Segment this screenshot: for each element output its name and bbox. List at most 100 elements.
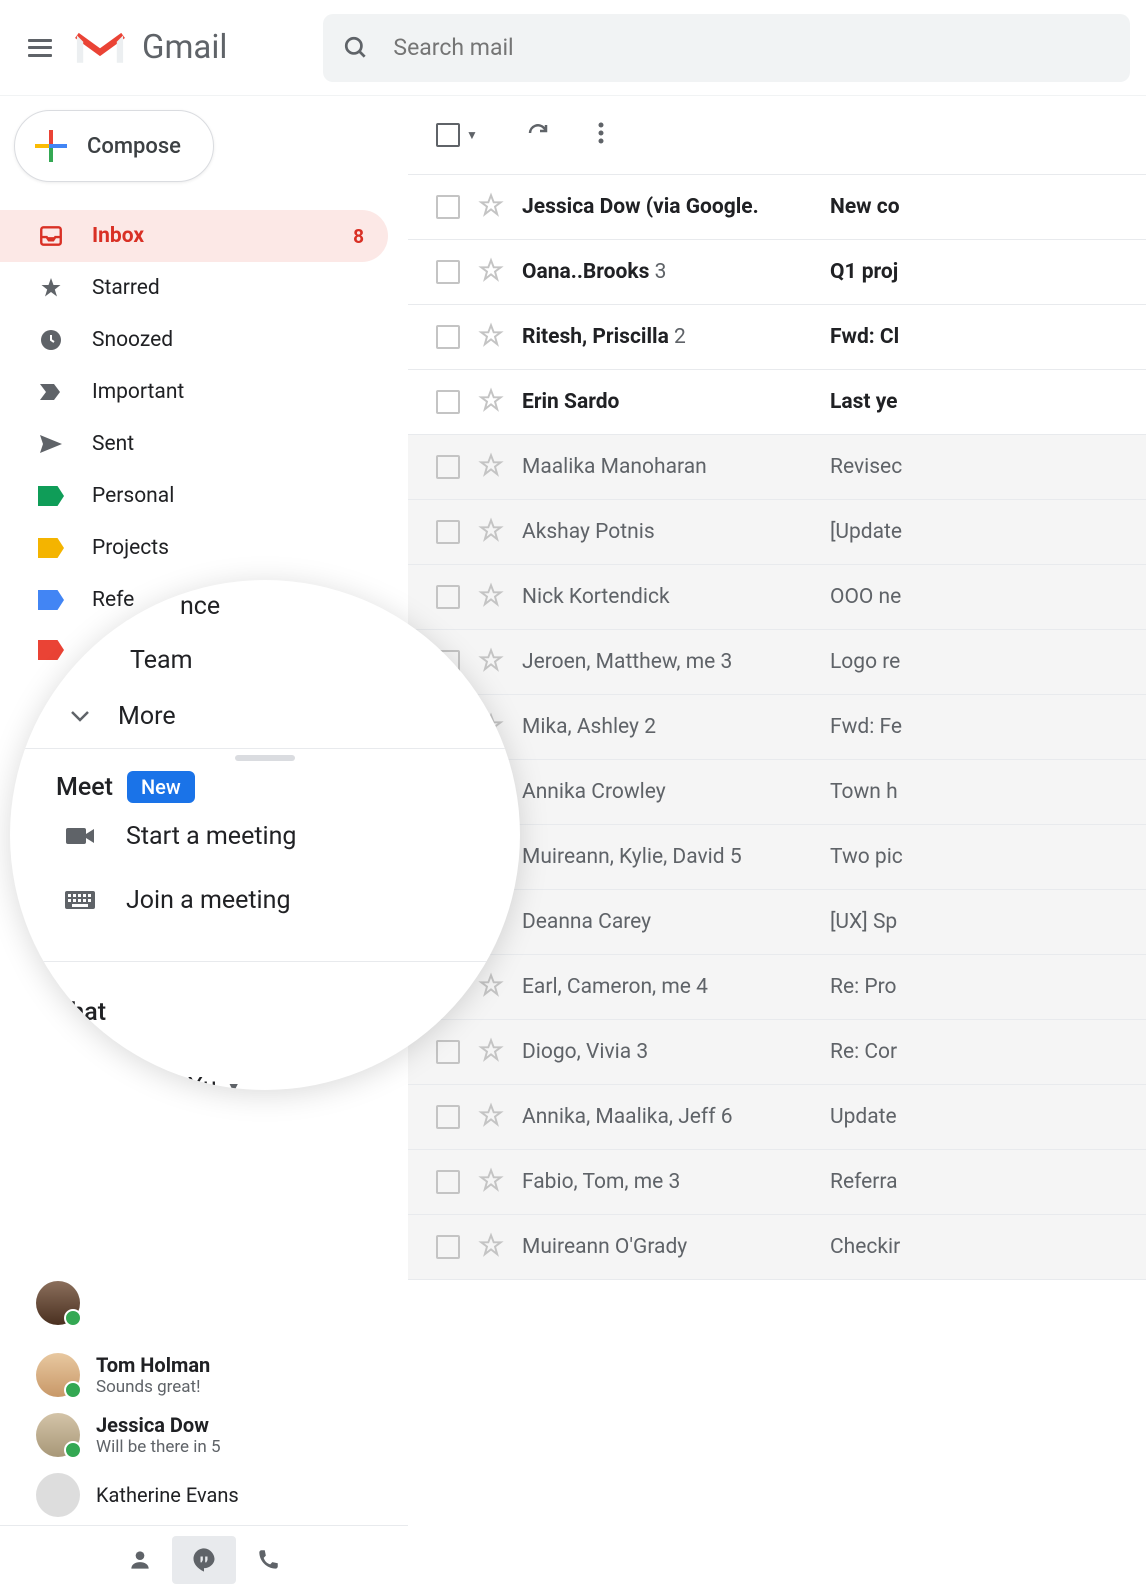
contacts-tab[interactable]	[108, 1536, 172, 1584]
email-subject: Logo re	[830, 650, 900, 674]
star-icon[interactable]	[478, 517, 504, 547]
star-icon[interactable]	[478, 257, 504, 287]
sidebar-item-label: Projects	[92, 536, 364, 560]
email-subject: Two pic	[830, 845, 903, 869]
sidebar-item-important[interactable]: Important	[0, 366, 388, 418]
phone-tab[interactable]	[236, 1536, 300, 1584]
star-icon[interactable]	[478, 1167, 504, 1197]
star-icon[interactable]	[478, 387, 504, 417]
chat-message: Will be there in 5	[96, 1437, 221, 1457]
hangouts-tab[interactable]	[172, 1536, 236, 1584]
email-row[interactable]: Akshay Potnis[Update	[408, 500, 1146, 565]
email-checkbox[interactable]	[436, 325, 460, 349]
star-icon[interactable]	[478, 647, 504, 677]
email-checkbox[interactable]	[436, 260, 460, 284]
email-subject: Update	[830, 1105, 897, 1129]
sidebar-item-more[interactable]: More	[10, 688, 520, 744]
email-subject: Fwd: Fe	[830, 715, 902, 739]
email-row[interactable]: Jeroen, Matthew, me 3 Logo re	[408, 630, 1146, 695]
email-row[interactable]: Earl, Cameron, me 4Re: Pro	[408, 955, 1146, 1020]
sidebar-item-inbox[interactable]: Inbox 8	[0, 210, 388, 262]
chat-item-avatar-only[interactable]	[0, 1273, 408, 1345]
drag-handle[interactable]	[235, 755, 295, 761]
email-row[interactable]: Maalika ManoharanRevisec	[408, 435, 1146, 500]
search-icon	[343, 35, 369, 61]
chat-message: Sounds great!	[96, 1377, 210, 1397]
search-bar[interactable]	[323, 14, 1130, 82]
clock-icon	[38, 327, 64, 353]
start-meeting-button[interactable]: Start a meeting	[10, 805, 520, 867]
gmail-logo-text: Gmail	[142, 28, 227, 67]
sidebar-item-projects[interactable]: Projects	[0, 522, 388, 574]
email-row[interactable]: Erin SardoLast ye	[408, 370, 1146, 435]
email-checkbox[interactable]	[436, 520, 460, 544]
email-row[interactable]: Nick KortendickOOO ne	[408, 565, 1146, 630]
person-icon	[127, 1547, 153, 1573]
sidebar-item-snoozed[interactable]: Snoozed	[0, 314, 388, 366]
sidebar-item-label: Sent	[92, 432, 364, 456]
email-checkbox[interactable]	[436, 455, 460, 479]
email-sender: Jeroen, Matthew, me 3	[522, 650, 812, 674]
email-checkbox[interactable]	[436, 1235, 460, 1259]
email-sender: Mika, Ashley 2	[522, 715, 812, 739]
chat-item[interactable]: Jessica Dow Will be there in 5	[0, 1405, 408, 1465]
sidebar-item-personal[interactable]: Personal	[0, 470, 388, 522]
email-checkbox[interactable]	[436, 390, 460, 414]
select-all-checkbox[interactable]: ▼	[436, 123, 478, 147]
email-sender: Annika, Maalika, Jeff 6	[522, 1105, 812, 1129]
email-row[interactable]: Fabio, Tom, me 3Referra	[408, 1150, 1146, 1215]
email-row[interactable]: Annika, Maalika, Jeff 6 Update	[408, 1085, 1146, 1150]
email-sender: Annika Crowley	[522, 780, 812, 804]
star-icon[interactable]	[478, 1102, 504, 1132]
new-badge: New	[127, 771, 195, 803]
gmail-logo-icon	[72, 27, 128, 69]
sidebar-item-starred[interactable]: Starred	[0, 262, 388, 314]
email-sender: Earl, Cameron, me 4	[522, 975, 812, 999]
email-row[interactable]: Ritesh, Priscilla 2Fwd: Cl	[408, 305, 1146, 370]
email-checkbox[interactable]	[436, 1105, 460, 1129]
chevron-down-icon: ▼	[466, 128, 478, 142]
phone-icon	[255, 1547, 281, 1573]
email-row[interactable]: Oana..Brooks 3Q1 proj	[408, 240, 1146, 305]
chat-item[interactable]: Tom Holman Sounds great!	[0, 1345, 408, 1405]
refresh-button[interactable]	[526, 121, 550, 149]
join-meeting-label: Join a meeting	[126, 886, 290, 915]
meet-section-header: Meet New	[10, 771, 520, 803]
sidebar-item-label: Personal	[92, 484, 364, 508]
star-icon[interactable]	[478, 1037, 504, 1067]
email-subject: Last ye	[830, 390, 898, 414]
email-row[interactable]: Mika, Ashley 2 Fwd: Fe	[408, 695, 1146, 760]
email-row[interactable]: Jessica Dow (via Google.New co	[408, 175, 1146, 240]
gmail-logo[interactable]: Gmail	[72, 27, 227, 69]
chat-item[interactable]: Katherine Evans	[0, 1465, 408, 1525]
email-row[interactable]: Diogo, Vivia 3Re: Cor	[408, 1020, 1146, 1085]
star-icon[interactable]	[478, 452, 504, 482]
compose-button[interactable]: Compose	[14, 110, 214, 182]
main-menu-button[interactable]	[16, 24, 64, 72]
email-checkbox[interactable]	[436, 585, 460, 609]
divider	[10, 961, 520, 962]
search-input[interactable]	[393, 34, 1110, 61]
email-subject: [UX] Sp	[830, 910, 897, 934]
star-icon[interactable]	[478, 582, 504, 612]
email-checkbox[interactable]	[436, 195, 460, 219]
sidebar-item-sent[interactable]: Sent	[0, 418, 388, 470]
email-sender: Nick Kortendick	[522, 585, 812, 609]
divider	[10, 748, 520, 749]
email-row[interactable]: Muireann O'Grady Checkir	[408, 1215, 1146, 1280]
email-checkbox[interactable]	[436, 1170, 460, 1194]
star-icon	[38, 275, 64, 301]
star-icon[interactable]	[478, 972, 504, 1002]
chat-name: Tom Holman	[96, 1353, 210, 1377]
email-sender: Muireann O'Grady	[522, 1235, 812, 1259]
star-icon[interactable]	[478, 1232, 504, 1262]
email-subject: Fwd: Cl	[830, 325, 899, 349]
email-subject: Checkir	[830, 1235, 900, 1259]
more-button[interactable]	[598, 121, 604, 149]
email-checkbox[interactable]	[436, 1040, 460, 1064]
star-icon[interactable]	[478, 322, 504, 352]
email-subject: Revisec	[830, 455, 902, 479]
email-row[interactable]: Deanna Carey[UX] Sp	[408, 890, 1146, 955]
star-icon[interactable]	[478, 192, 504, 222]
join-meeting-button[interactable]: Join a meeting	[10, 869, 520, 931]
